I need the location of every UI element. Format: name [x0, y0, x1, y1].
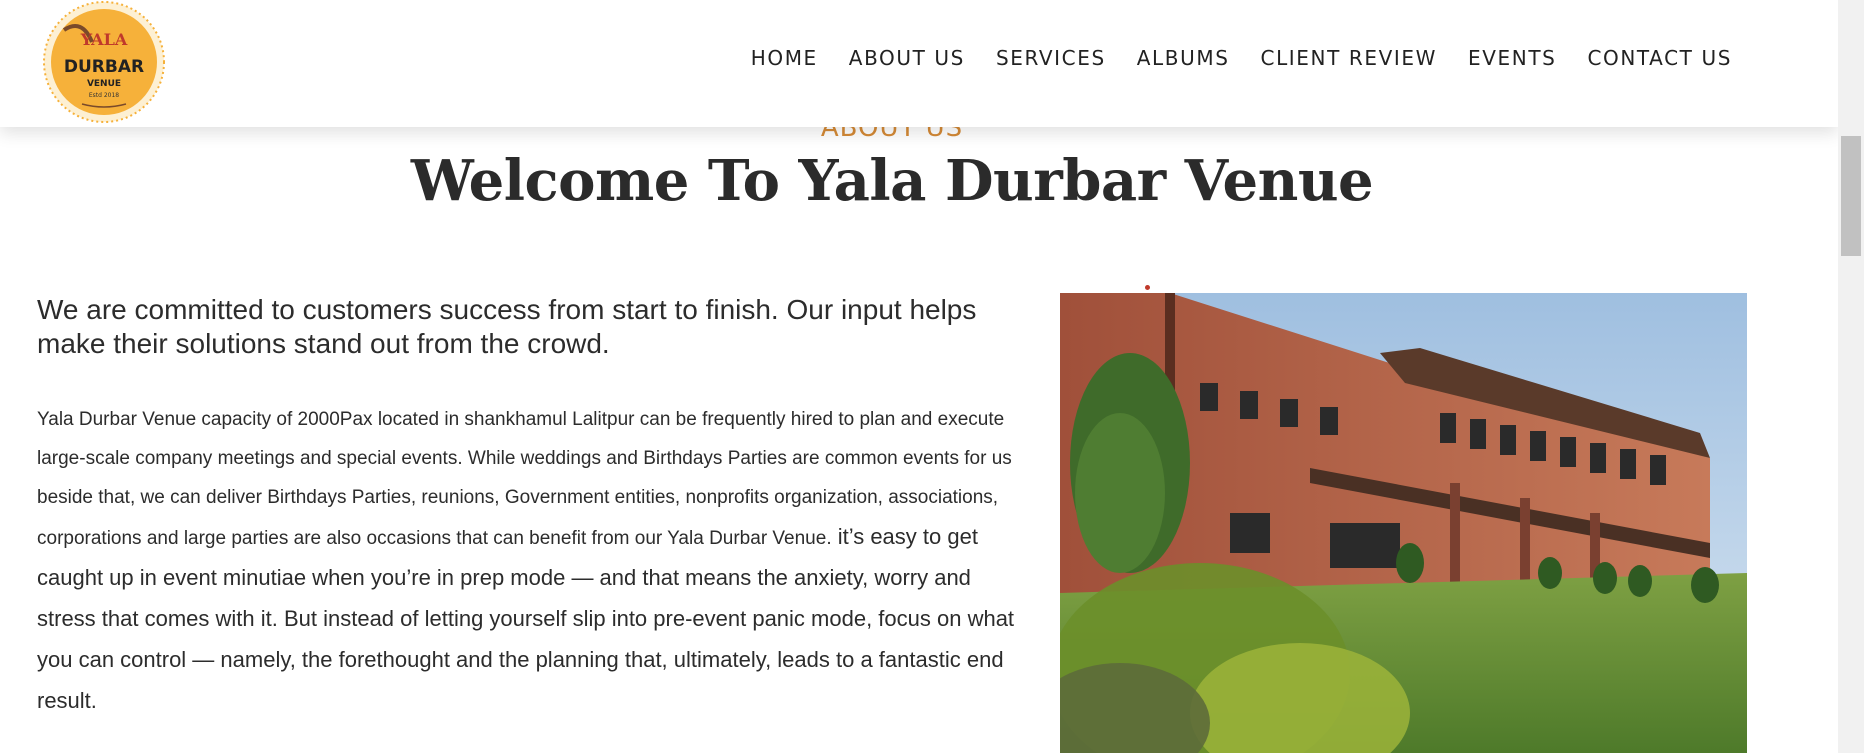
nav-contact-us[interactable]: CONTACT US: [1587, 46, 1732, 70]
nav-albums[interactable]: ALBUMS: [1137, 46, 1230, 70]
site-header: YALA DURBAR VENUE Estd 2018 HOME ABOUT U…: [0, 0, 1838, 127]
nav-home[interactable]: HOME: [751, 46, 818, 70]
about-paragraph: Yala Durbar Venue capacity of 2000Pax lo…: [37, 400, 1022, 722]
about-paragraph-part2: it’s easy to get caught up in event minu…: [37, 524, 1015, 713]
site-logo[interactable]: YALA DURBAR VENUE Estd 2018: [42, 0, 166, 124]
main-nav: HOME ABOUT US SERVICES ALBUMS CLIENT REV…: [751, 46, 1732, 70]
logo-text-main: DURBAR: [64, 57, 144, 77]
scrollbar-thumb[interactable]: [1841, 136, 1861, 256]
nav-about-us[interactable]: ABOUT US: [849, 46, 965, 70]
logo-text-sub: VENUE: [87, 79, 121, 89]
decorative-dot: [1145, 285, 1150, 290]
page: YALA DURBAR VENUE Estd 2018 HOME ABOUT U…: [0, 0, 1838, 753]
logo-text-est: Estd 2018: [89, 92, 119, 99]
logo-text-top: YALA: [80, 30, 128, 49]
nav-services[interactable]: SERVICES: [996, 46, 1106, 70]
venue-photo: [1060, 293, 1747, 753]
nav-client-review[interactable]: CLIENT REVIEW: [1261, 46, 1438, 70]
nav-events[interactable]: EVENTS: [1468, 46, 1556, 70]
section-title: Welcome To Yala Durbar Venue: [410, 148, 1374, 214]
lead-text: We are committed to customers success fr…: [37, 294, 977, 359]
page-scrollbar[interactable]: [1838, 0, 1864, 753]
